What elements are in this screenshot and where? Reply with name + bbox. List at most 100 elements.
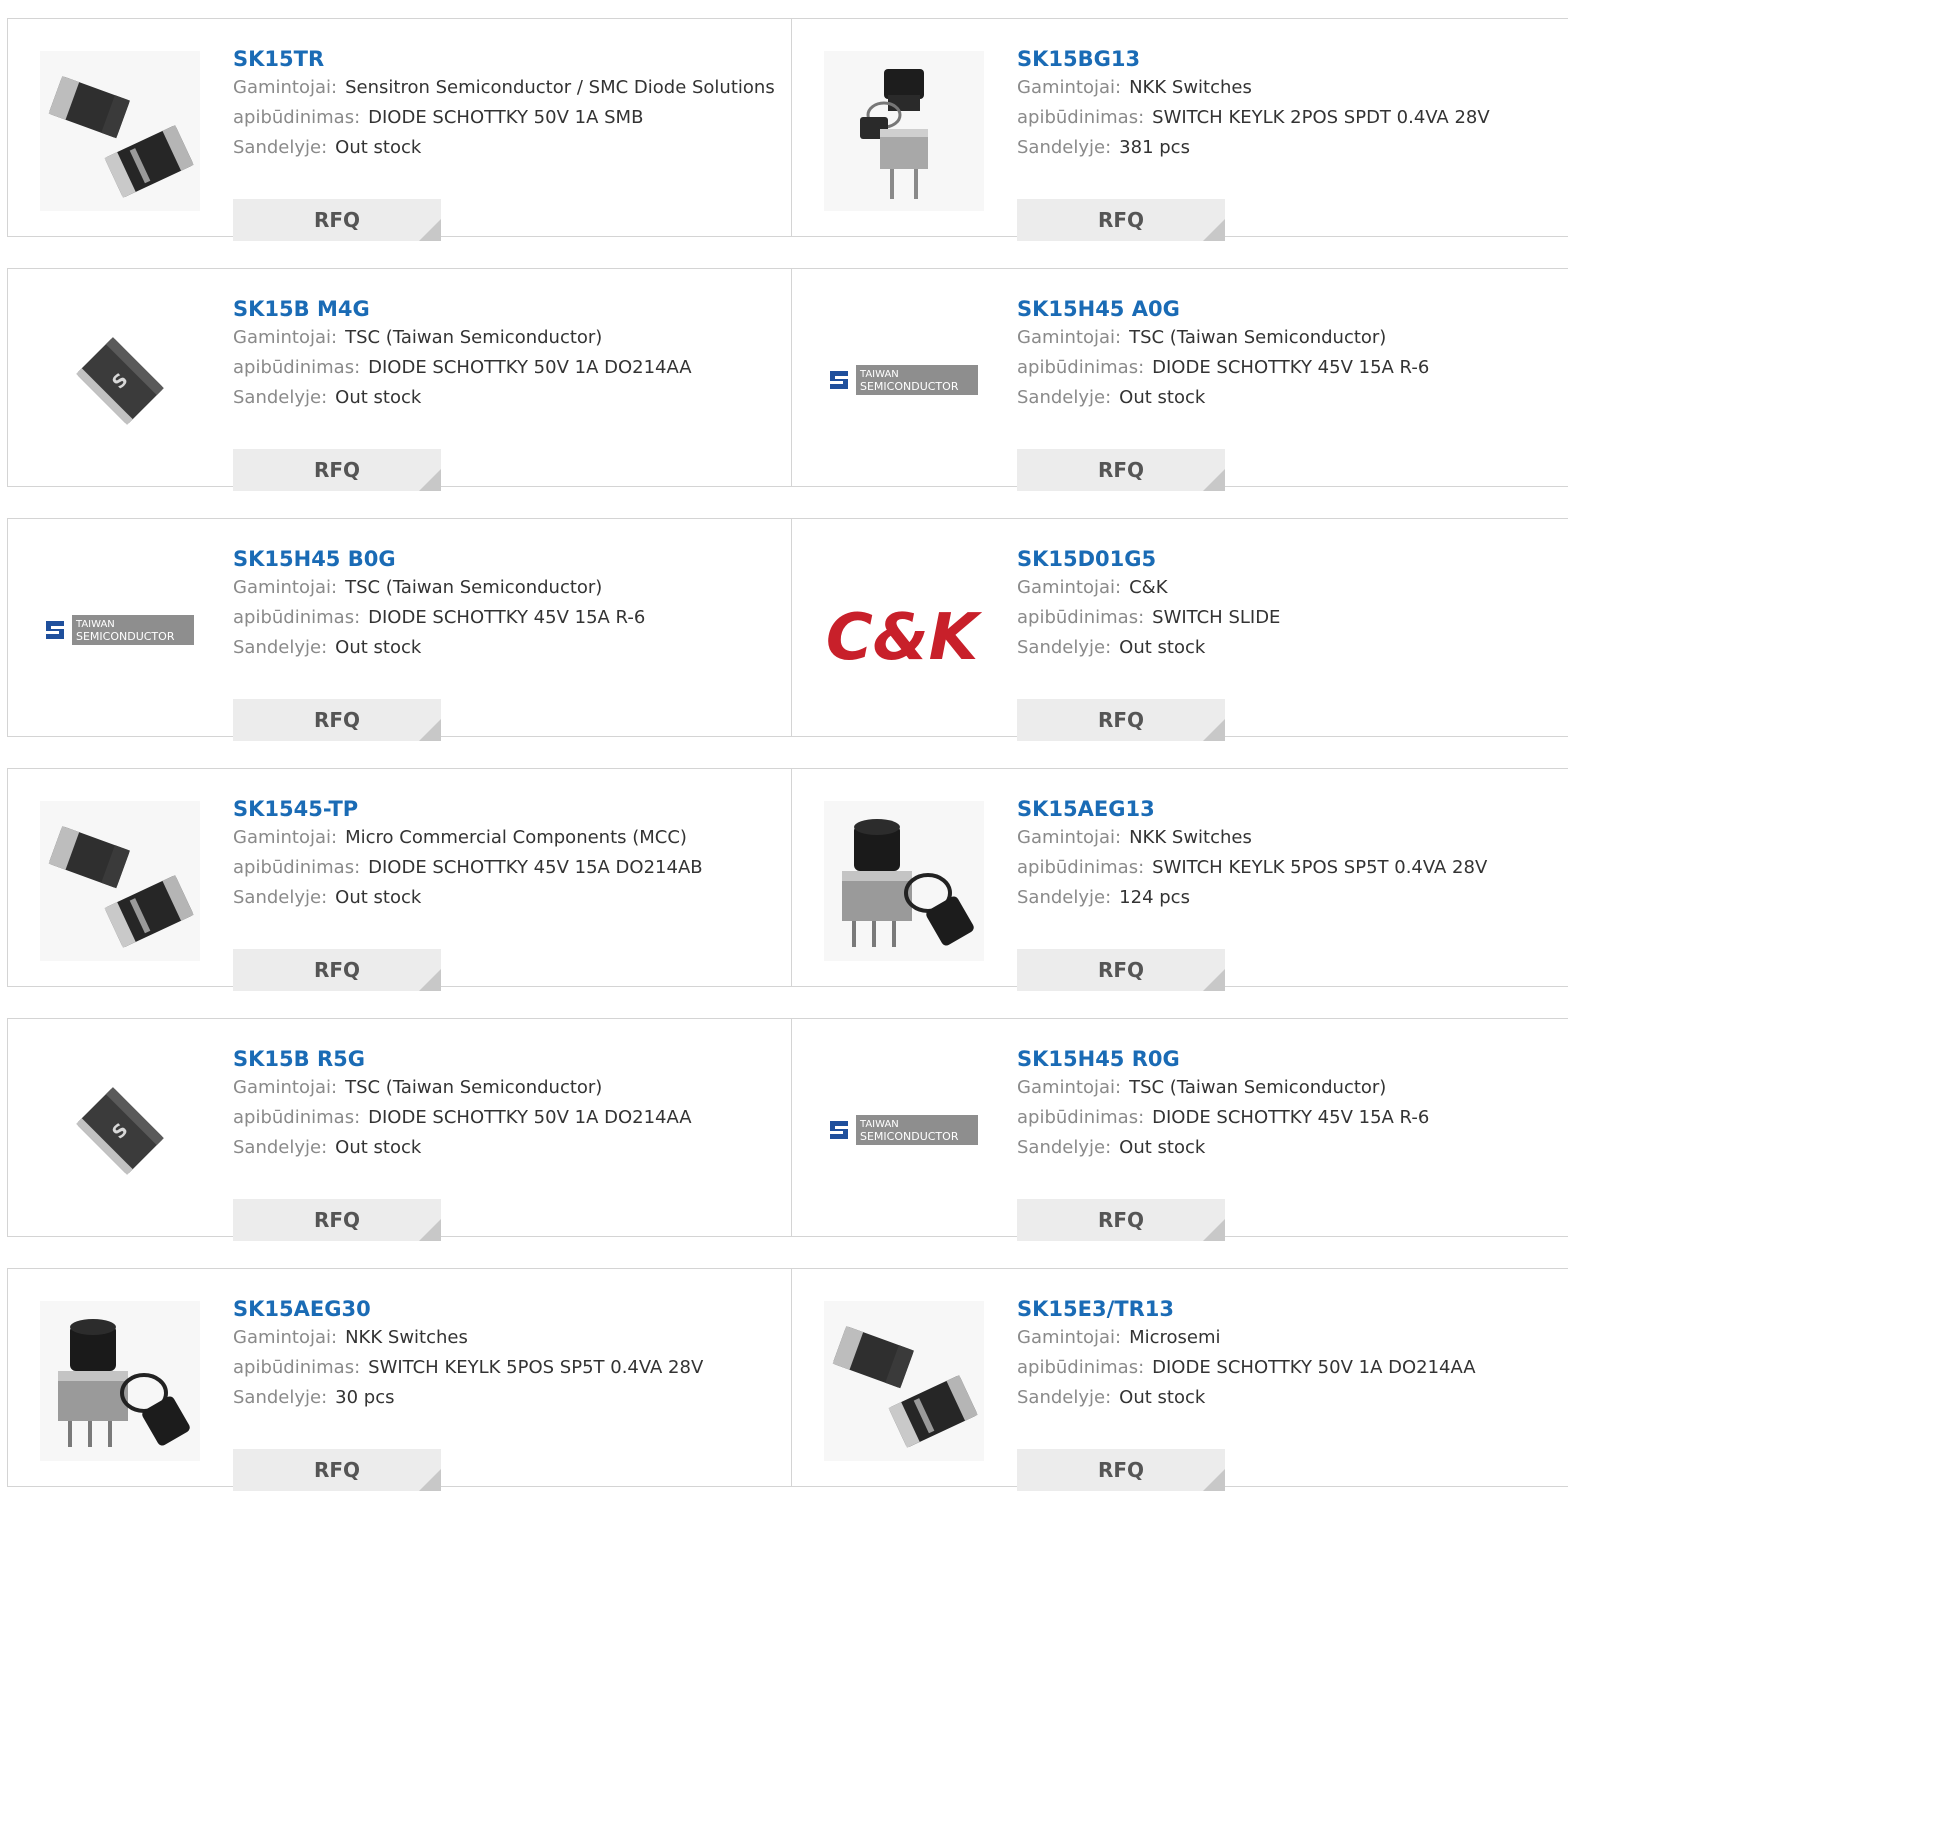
svg-text:TAIWAN: TAIWAN <box>859 1119 899 1130</box>
rfq-button[interactable]: RFQ <box>1017 1449 1225 1491</box>
product-info: SK15H45 R0G Gamintojai: TSC (Taiwan Semico… <box>1017 1045 1557 1241</box>
stock-value: Out stock <box>335 887 422 908</box>
corner-triangle-icon <box>1203 469 1225 491</box>
description-value: DIODE SCHOTTKY 50V 1A DO214AA <box>368 1107 692 1128</box>
product-part-number-link[interactable]: SK15AEG13 <box>1017 795 1557 823</box>
description-label: apibūdinimas: <box>233 1357 361 1378</box>
product-manufacturer-line: Gamintojai: TSC (Taiwan Semiconductor) <box>233 1073 773 1103</box>
manufacturer-label: Gamintojai: <box>1017 577 1122 598</box>
corner-triangle-icon <box>1203 1469 1225 1491</box>
product-image[interactable]: TAIWAN SEMICONDUCTOR <box>824 301 984 461</box>
description-value: SWITCH KEYLK 5POS SP5T 0.4VA 28V <box>1152 857 1488 878</box>
manufacturer-label: Gamintojai: <box>233 77 338 98</box>
product-image[interactable] <box>40 51 200 211</box>
product-part-number-link[interactable]: SK15D01G5 <box>1017 545 1557 573</box>
rfq-button[interactable]: RFQ <box>233 199 441 241</box>
svg-text:SEMICONDUCTOR: SEMICONDUCTOR <box>76 630 175 643</box>
product-manufacturer-line: Gamintojai: Micro Commercial Components (… <box>233 823 773 853</box>
svg-text:C&K: C&K <box>826 601 983 675</box>
product-part-number-link[interactable]: SK15B M4G <box>233 295 773 323</box>
product-part-number-link[interactable]: SK15TR <box>233 45 773 73</box>
rfq-button[interactable]: RFQ <box>233 699 441 741</box>
product-part-number-link[interactable]: SK15B R5G <box>233 1045 773 1073</box>
product-grid: SK15TR Gamintojai: Sensitron Semiconductor… <box>0 0 1568 1491</box>
product-image[interactable] <box>40 1301 200 1461</box>
svg-text:TAIWAN: TAIWAN <box>859 369 899 380</box>
product-description-line: apibūdinimas: SWITCH KEYLK 2POS SPDT 0.4V… <box>1017 103 1557 133</box>
rfq-label: RFQ <box>1097 208 1145 232</box>
product-info: SK15H45 A0G Gamintojai: TSC (Taiwan Semico… <box>1017 295 1557 491</box>
product-image[interactable]: TAIWAN SEMICONDUCTOR <box>824 1051 984 1211</box>
manufacturer-label: Gamintojai: <box>233 327 338 348</box>
description-value: DIODE SCHOTTKY 45V 15A R-6 <box>1152 357 1430 378</box>
corner-triangle-icon <box>1203 1219 1225 1241</box>
rfq-button[interactable]: RFQ <box>1017 949 1225 991</box>
product-card: S SK15B M4G Gamintojai: TSC (Taiwan Semico… <box>7 269 792 491</box>
product-part-number-link[interactable]: SK15H45 A0G <box>1017 295 1557 323</box>
product-part-number-link[interactable]: SK1545-TP <box>233 795 773 823</box>
rfq-button[interactable]: RFQ <box>1017 1199 1225 1241</box>
stock-label: Sandelyje: <box>233 637 328 658</box>
stock-label: Sandelyje: <box>233 887 328 908</box>
description-label: apibūdinimas: <box>233 107 361 128</box>
product-image[interactable] <box>824 51 984 211</box>
rfq-button[interactable]: RFQ <box>233 1449 441 1491</box>
product-stock-line: Sandelyje: Out stock <box>233 633 773 663</box>
stock-label: Sandelyje: <box>233 387 328 408</box>
product-image[interactable]: S <box>40 1051 200 1211</box>
product-description-line: apibūdinimas: DIODE SCHOTTKY 45V 15A R-6 <box>1017 353 1557 383</box>
corner-triangle-icon <box>419 969 441 991</box>
stock-value: Out stock <box>335 1137 422 1158</box>
product-description-line: apibūdinimas: DIODE SCHOTTKY 45V 15A R-6 <box>1017 1103 1557 1133</box>
product-part-number-link[interactable]: SK15E3/TR13 <box>1017 1295 1557 1323</box>
product-stock-line: Sandelyje: Out stock <box>233 883 773 913</box>
stock-value: Out stock <box>1119 1137 1206 1158</box>
product-row: SK15AEG30 Gamintojai: NKK Switches apibūdin… <box>7 1268 1568 1491</box>
manufacturer-value: TSC (Taiwan Semiconductor) <box>1129 327 1387 348</box>
rfq-label: RFQ <box>1097 1458 1145 1482</box>
rfq-button[interactable]: RFQ <box>1017 199 1225 241</box>
product-manufacturer-line: Gamintojai: C&K <box>1017 573 1557 603</box>
product-manufacturer-line: Gamintojai: TSC (Taiwan Semiconductor) <box>1017 323 1557 353</box>
corner-triangle-icon <box>419 1469 441 1491</box>
product-part-number-link[interactable]: SK15H45 B0G <box>233 545 773 573</box>
rfq-button[interactable]: RFQ <box>233 449 441 491</box>
manufacturer-label: Gamintojai: <box>1017 827 1122 848</box>
product-part-number-link[interactable]: SK15AEG30 <box>233 1295 773 1323</box>
product-image[interactable]: C&K <box>824 551 984 711</box>
description-label: apibūdinimas: <box>1017 1107 1145 1128</box>
product-stock-line: Sandelyje: 124 pcs <box>1017 883 1557 913</box>
stock-label: Sandelyje: <box>233 137 328 158</box>
product-manufacturer-line: Gamintojai: TSC (Taiwan Semiconductor) <box>233 573 773 603</box>
product-info: SK1545-TP Gamintojai: Micro Commercial Com… <box>233 795 773 991</box>
product-card: SK15AEG13 Gamintojai: NKK Switches apibūdin… <box>792 769 1568 991</box>
product-card: SK15TR Gamintojai: Sensitron Semiconductor… <box>7 19 792 241</box>
rfq-button[interactable]: RFQ <box>1017 449 1225 491</box>
rfq-button[interactable]: RFQ <box>233 949 441 991</box>
product-part-number-link[interactable]: SK15BG13 <box>1017 45 1557 73</box>
product-image[interactable]: S <box>40 301 200 461</box>
manufacturer-value: TSC (Taiwan Semiconductor) <box>345 577 603 598</box>
product-image[interactable]: TAIWAN SEMICONDUCTOR <box>40 551 200 711</box>
stock-label: Sandelyje: <box>1017 887 1112 908</box>
product-stock-line: Sandelyje: 381 pcs <box>1017 133 1557 163</box>
product-card: S SK15B R5G Gamintojai: TSC (Taiwan Semico… <box>7 1019 792 1241</box>
rfq-button[interactable]: RFQ <box>233 1199 441 1241</box>
product-card: TAIWAN SEMICONDUCTOR SK15H45 A0G Gamintoj… <box>792 269 1568 491</box>
product-image[interactable] <box>824 801 984 961</box>
rfq-button[interactable]: RFQ <box>1017 699 1225 741</box>
product-row: S SK15B M4G Gamintojai: TSC (Taiwan Semico… <box>7 268 1568 491</box>
product-image[interactable] <box>40 801 200 961</box>
product-manufacturer-line: Gamintojai: Sensitron Semiconductor / SMC… <box>233 73 775 103</box>
product-part-number-link[interactable]: SK15H45 R0G <box>1017 1045 1557 1073</box>
description-label: apibūdinimas: <box>233 357 361 378</box>
stock-label: Sandelyje: <box>233 1387 328 1408</box>
product-stock-line: Sandelyje: Out stock <box>233 383 773 413</box>
stock-value: 124 pcs <box>1119 887 1190 908</box>
rfq-label: RFQ <box>313 208 361 232</box>
description-label: apibūdinimas: <box>233 857 361 878</box>
description-label: apibūdinimas: <box>233 607 361 628</box>
product-image[interactable] <box>824 1301 984 1461</box>
description-label: apibūdinimas: <box>1017 857 1145 878</box>
manufacturer-label: Gamintojai: <box>1017 77 1122 98</box>
